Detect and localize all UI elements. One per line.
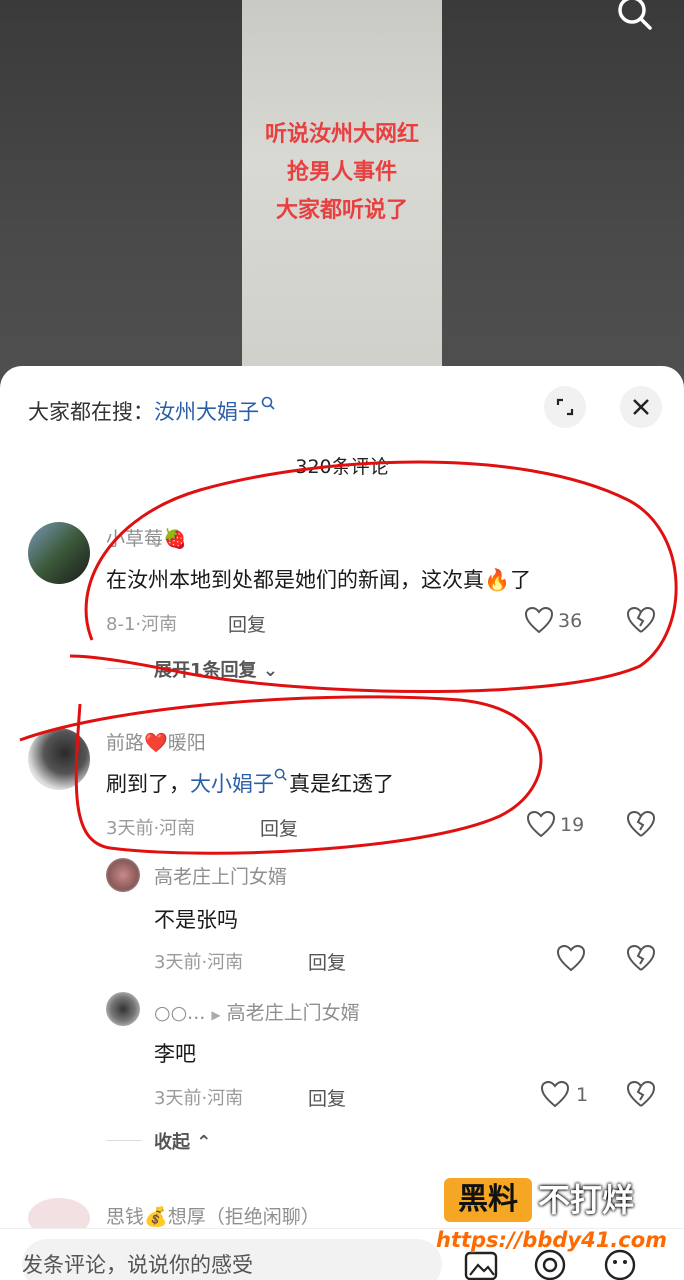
comment-text: 在汝州本地到处都是她们的新闻，这次真🔥了 [106,568,532,592]
close-icon [633,399,649,415]
heart-icon[interactable] [526,810,556,838]
search-suggestion[interactable]: 大家都在搜：汝州大娟子 [28,396,277,426]
play-arrow-icon: ▶ [211,1008,221,1022]
reply-button[interactable]: 回复 [308,948,346,975]
comment-text-part: 真是红透了 [289,772,394,796]
image-icon[interactable] [464,1251,498,1280]
avatar[interactable] [28,522,90,584]
watermark-text: 不打烊 [538,1181,635,1219]
reply-meta: 3天前·河南 [154,952,244,973]
divider-line [106,1140,142,1141]
author-name-part: 思钱 [106,1206,145,1228]
expand-icon [556,398,574,416]
close-button[interactable] [620,386,662,428]
broken-heart-icon[interactable] [626,606,656,634]
expand-replies-label: 展开1条回复 [154,660,257,681]
broken-heart-icon[interactable] [626,810,656,838]
heart-icon[interactable] [540,1080,570,1108]
watermark-logo: 黑料 [444,1178,532,1222]
watermark-url: https://bbdy41.com [436,1228,668,1252]
avatar[interactable] [106,992,140,1026]
overlay-line-3: 大家都听说了 [275,198,408,223]
comment-author[interactable]: 思钱💰想厚（拒绝闲聊） [106,1202,320,1229]
heart-icon[interactable] [524,606,554,634]
reply-text: 不是张吗 [154,908,238,932]
reply-meta: 3天前·河南 [154,1088,244,1109]
comment-author[interactable]: 小草莓🍓 [106,524,187,551]
search-small-icon [274,768,287,781]
author-name-part: 前路 [106,732,145,754]
author-name-part: 暖阳 [167,732,206,754]
comment-meta: 3天前·河南 [106,818,196,839]
search-keyword[interactable]: 汝州大娟子 [154,400,259,424]
comment-input-placeholder: 发条评论，说说你的感受 [22,1253,253,1277]
video-overlay-text: 听说汝州大网红 抢男人事件 大家都听说了 [242,116,442,230]
reply-author[interactable]: 高老庄上门女婿 [154,862,287,889]
money-bag-icon: 💰 [144,1206,168,1228]
comment-panel: 大家都在搜：汝州大娟子 320条评论 小草莓🍓 在汝州本地到处都是她们的新闻，这… [0,366,684,1280]
avatar[interactable] [106,858,140,892]
reply-button[interactable]: 回复 [260,814,298,841]
reply-author-name: ○○... [154,1002,206,1024]
like-count: 1 [576,1084,589,1106]
comment-count: 320条评论 [295,456,389,478]
overlay-line-2: 抢男人事件 [286,160,397,185]
chevron-up-icon: ⌃ [196,1132,212,1153]
emoji-icon[interactable] [602,1249,638,1280]
avatar[interactable] [28,728,90,790]
like-count: 19 [560,814,585,836]
comment-meta: 8-1·河南 [106,614,178,635]
chevron-down-icon: ⌄ [262,660,278,681]
expand-button[interactable] [544,386,586,428]
reply-text: 李吧 [154,1042,196,1066]
broken-heart-icon[interactable] [626,1080,656,1108]
expand-replies[interactable]: 展开1条回复 ⌄ [154,656,278,682]
heart-icon[interactable] [556,944,586,972]
comment-text-part: 刷到了， [106,772,190,796]
reply-to-name[interactable]: 高老庄上门女婿 [227,1002,360,1024]
overlay-line-1: 听说汝州大网红 [264,122,419,147]
reply-button[interactable]: 回复 [228,610,266,637]
broken-heart-icon[interactable] [626,944,656,972]
author-name-part: 想厚（拒绝闲聊） [167,1206,320,1228]
reply-button[interactable]: 回复 [308,1084,346,1111]
comment-author[interactable]: 前路❤️暖阳 [106,728,206,755]
reply-author[interactable]: ○○... ▶ 高老庄上门女婿 [154,998,360,1025]
collapse-label: 收起 [154,1132,190,1153]
collapse-replies[interactable]: 收起 ⌃ [154,1128,211,1154]
like-count: 36 [558,610,583,632]
heart-emoji-icon: ❤️ [144,732,168,754]
divider-line [106,668,142,669]
at-mention-icon[interactable] [532,1249,568,1280]
search-icon[interactable] [614,0,658,32]
search-prefix: 大家都在搜： [28,400,154,424]
search-small-icon [261,396,275,410]
search-link[interactable]: 大小娟子 [190,772,274,796]
comment-text: 刷到了，大小娟子 真是红透了 [106,768,394,798]
